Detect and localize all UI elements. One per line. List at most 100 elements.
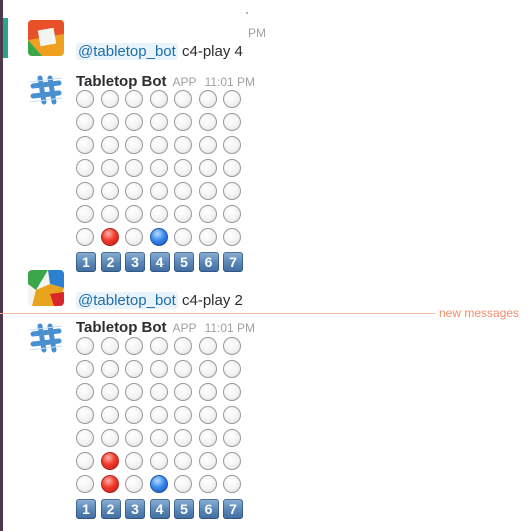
new-messages-divider (0, 313, 435, 314)
empty-slot (223, 383, 241, 401)
empty-slot (125, 383, 143, 401)
board-row (76, 360, 248, 383)
sender-name[interactable]: Tabletop Bot (76, 319, 167, 336)
command-text: c4-play 2 (181, 292, 243, 309)
empty-slot (125, 182, 143, 200)
board-row (76, 337, 248, 360)
board-row (76, 113, 248, 136)
empty-slot (149, 452, 168, 470)
column-4-button[interactable]: 4 (149, 252, 170, 272)
column-1-button[interactable]: 1 (76, 499, 96, 519)
tabletop-logo-icon (28, 320, 64, 356)
message-time[interactable]: 11:01 PM (205, 321, 255, 335)
bot-avatar[interactable] (28, 320, 64, 356)
empty-slot (174, 136, 192, 154)
empty-slot (198, 383, 217, 401)
empty-slot (149, 113, 168, 131)
column-1-button[interactable]: 1 (76, 252, 96, 272)
column-buttons: 1234567 (76, 252, 248, 272)
empty-slot (76, 113, 94, 131)
board-row (76, 475, 248, 498)
column-2-button[interactable]: 2 (100, 499, 121, 519)
empty-slot (223, 360, 241, 378)
empty-slot (100, 383, 119, 401)
empty-slot (174, 113, 192, 131)
empty-slot (174, 337, 192, 355)
user-avatar[interactable] (28, 270, 64, 306)
board-row (76, 452, 248, 475)
user-mention-link[interactable]: @tabletop_bot (76, 43, 178, 60)
empty-slot (223, 136, 241, 154)
bot-avatar[interactable] (28, 72, 64, 108)
empty-slot (76, 228, 94, 246)
command-text: c4-play 4 (181, 43, 243, 60)
empty-slot (100, 113, 119, 131)
empty-slot (100, 159, 119, 177)
empty-slot (223, 337, 241, 355)
empty-slot (76, 383, 94, 401)
empty-slot (174, 452, 192, 470)
empty-slot (149, 337, 168, 355)
cursor-dot (246, 12, 248, 14)
user-avatar[interactable] (28, 20, 64, 56)
empty-slot (76, 360, 94, 378)
empty-slot (174, 406, 192, 424)
empty-slot (76, 475, 94, 493)
empty-slot (223, 452, 241, 470)
empty-slot (149, 136, 168, 154)
message-time[interactable]: 11:01 PM (205, 75, 255, 89)
empty-slot (198, 228, 217, 246)
empty-slot (174, 383, 192, 401)
empty-slot (223, 228, 241, 246)
empty-slot (76, 136, 94, 154)
column-6-button[interactable]: 6 (198, 499, 219, 519)
sender-name[interactable]: Tabletop Bot (76, 73, 167, 90)
column-3-button[interactable]: 3 (125, 499, 145, 519)
column-7-button[interactable]: 7 (223, 252, 243, 272)
empty-slot (149, 360, 168, 378)
empty-slot (100, 337, 119, 355)
empty-slot (223, 475, 241, 493)
empty-slot (100, 360, 119, 378)
connect-four-board: 1234567 (76, 90, 248, 272)
avatar-image (28, 270, 64, 306)
empty-slot (125, 228, 143, 246)
column-6-button[interactable]: 6 (198, 252, 219, 272)
empty-slot (125, 475, 143, 493)
user-mention-link[interactable]: @tabletop_bot (76, 292, 178, 309)
column-2-button[interactable]: 2 (100, 252, 121, 272)
empty-slot (198, 475, 217, 493)
empty-slot (174, 90, 192, 108)
empty-slot (149, 429, 168, 447)
empty-slot (125, 205, 143, 223)
empty-slot (125, 113, 143, 131)
empty-slot (223, 205, 241, 223)
message-header: Tabletop Bot APP 11:01 PM (76, 318, 255, 338)
empty-slot (125, 90, 143, 108)
empty-slot (198, 113, 217, 131)
empty-slot (125, 159, 143, 177)
board-row (76, 136, 248, 159)
message-text: @tabletop_bot c4-play 2 (76, 291, 243, 311)
column-7-button[interactable]: 7 (223, 499, 243, 519)
empty-slot (149, 205, 168, 223)
message-time[interactable]: PM (248, 26, 266, 40)
empty-slot (149, 383, 168, 401)
column-5-button[interactable]: 5 (174, 252, 194, 272)
empty-slot (100, 429, 119, 447)
column-5-button[interactable]: 5 (174, 499, 194, 519)
board-row (76, 228, 248, 251)
column-buttons: 1234567 (76, 499, 248, 519)
empty-slot (198, 406, 217, 424)
empty-slot (223, 90, 241, 108)
empty-slot (174, 429, 192, 447)
empty-slot (174, 182, 192, 200)
empty-slot (76, 205, 94, 223)
column-4-button[interactable]: 4 (149, 499, 170, 519)
empty-slot (76, 90, 94, 108)
empty-slot (198, 452, 217, 470)
column-3-button[interactable]: 3 (125, 252, 145, 272)
empty-slot (198, 159, 217, 177)
message-header: Tabletop Bot APP 11:01 PM (76, 72, 255, 92)
empty-slot (125, 452, 143, 470)
